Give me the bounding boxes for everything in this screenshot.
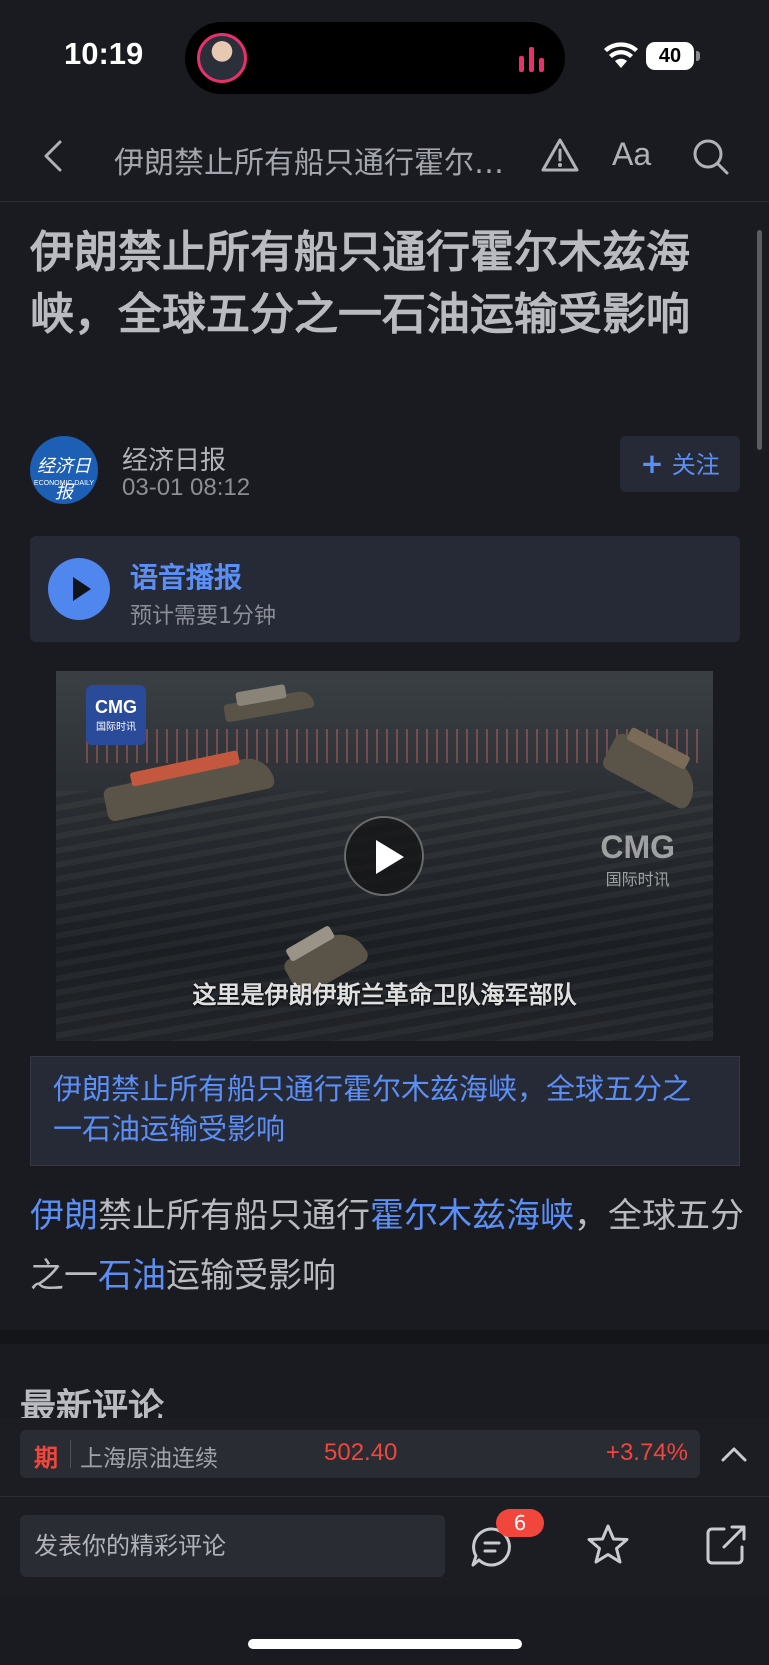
keyword-link[interactable]: 霍尔木兹海峡 (370, 1196, 574, 1236)
body-text: 禁止所有船只通行 (98, 1196, 370, 1236)
section-divider (0, 1330, 769, 1344)
ship-image (223, 683, 315, 723)
dynamic-island[interactable] (185, 22, 565, 94)
back-arrow-icon[interactable] (36, 136, 72, 176)
audio-play-icon[interactable] (48, 558, 110, 620)
comment-count-badge: 6 (496, 1509, 544, 1537)
comment-bar: 发表你的精彩评论 6 (0, 1496, 769, 1596)
cmg-watermark-main: CMG (600, 829, 675, 865)
nav-title: 伊朗禁止所有船只通行霍尔木兹海峡，全球五分之一石油运输受影响 (114, 146, 514, 181)
source-name[interactable]: 经济日报 (122, 440, 226, 477)
chevron-up-icon[interactable] (718, 1440, 750, 1470)
status-time: 10:19 (64, 36, 144, 71)
cmg-watermark: CMG 国际时讯 (600, 829, 675, 890)
publish-time: 03-01 08:12 (122, 474, 251, 501)
scrollbar[interactable] (757, 230, 762, 450)
ticker-price: 502.40 (324, 1439, 398, 1466)
comment-input[interactable]: 发表你的精彩评论 (20, 1515, 445, 1577)
audio-title: 语音播报 (130, 561, 243, 594)
audio-bars-icon (519, 47, 544, 72)
wifi-icon (604, 42, 638, 68)
report-warning-icon[interactable] (540, 136, 580, 174)
battery-indicator: 40 (646, 42, 700, 70)
cmg-watermark-sub: 国际时讯 (605, 870, 670, 889)
article-headline: 伊朗禁止所有船只通行霍尔木兹海峡，全球五分之一石油运输受影响 (30, 227, 690, 340)
video-subtitle: 这里是伊朗伊斯兰革命卫队海军部队 (192, 981, 577, 1009)
font-size-button[interactable]: Aa (612, 136, 651, 173)
cmg-badge: CMG 国际时讯 (86, 685, 146, 745)
follow-label: 关注 (671, 451, 720, 479)
audio-broadcast-card[interactable]: 语音播报 预计需要1分钟 (30, 536, 740, 642)
article-body: 伊朗禁止所有船只通行霍尔木兹海峡，全球五分之一石油运输受影响 (30, 1186, 745, 1306)
follow-button[interactable]: + 关注 (620, 436, 740, 492)
share-icon[interactable] (704, 1523, 748, 1567)
plus-icon: + (640, 447, 664, 480)
status-bar: 10:19 40 (0, 0, 769, 110)
nav-bar: 伊朗禁止所有船只通行霍尔木兹海峡，全球五分之一石油运输受影响 Aa (0, 112, 769, 202)
ticker-change: +3.74% (605, 1439, 688, 1466)
futures-badge: 期 (34, 1444, 58, 1472)
video-player[interactable]: CMG 国际时讯 CMG 国际时讯 这里是伊朗伊斯兰革命卫队海军部队 (56, 671, 713, 1041)
cmg-badge-main: CMG (95, 697, 137, 717)
home-indicator[interactable] (248, 1639, 522, 1649)
video-play-icon[interactable] (344, 816, 424, 896)
ticker-name: 上海原油连续 (80, 1446, 218, 1472)
source-logo-text: 经济日报 (37, 456, 91, 503)
keyword-link[interactable]: 石油 (98, 1256, 166, 1296)
source-logo[interactable]: 经济日报 ECONOMIC DAILY (30, 436, 98, 504)
cmg-badge-sub: 国际时讯 (96, 722, 136, 733)
source-logo-subtext: ECONOMIC DAILY (33, 480, 95, 487)
search-icon[interactable] (690, 136, 730, 176)
ticker-separator (70, 1440, 71, 1468)
live-activity-avatar (197, 33, 247, 83)
video-caption-box: 伊朗禁止所有船只通行霍尔木兹海峡，全球五分之一石油运输受影响 (30, 1056, 740, 1166)
keyword-link[interactable]: 伊朗 (30, 1196, 98, 1236)
star-icon[interactable] (586, 1523, 630, 1567)
futures-ticker-bar: 期 上海原油连续 502.40 +3.74% (0, 1418, 769, 1496)
futures-ticker[interactable]: 期 上海原油连续 502.40 +3.74% (20, 1430, 700, 1478)
comments-title: 最新评论 (20, 1387, 165, 1418)
body-text: 运输受影响 (166, 1256, 336, 1296)
audio-duration: 预计需要1分钟 (130, 604, 276, 629)
